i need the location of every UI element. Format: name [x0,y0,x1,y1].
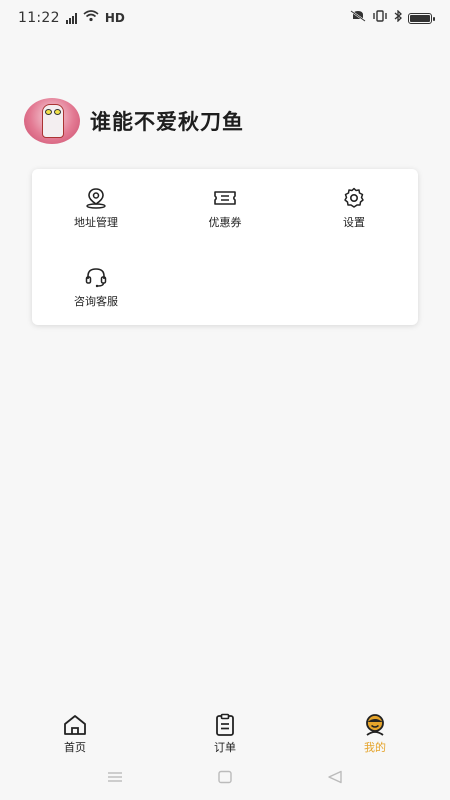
tab-label-home: 首页 [64,741,86,754]
tab-profile[interactable]: 我的 [300,705,450,761]
tab-orders[interactable]: 订单 [150,705,300,761]
coupon-icon [213,187,237,209]
status-right [350,9,435,26]
status-time: 11:22 [18,10,60,26]
menu-label-customer-service: 咨询客服 [74,295,118,308]
avatar-face [42,104,64,138]
home-icon [62,713,88,737]
network-type: HD [104,11,125,25]
headset-icon [84,266,108,288]
home-nav-button[interactable] [216,770,234,784]
signal-icon [65,12,77,24]
menu-item-settings[interactable]: 设置 [290,187,418,230]
profile-icon [362,713,388,737]
menu-item-address[interactable]: 地址管理 [32,187,160,230]
username: 谁能不爱秋刀鱼 [90,110,244,134]
bottom-tab-bar: 首页 订单 我的 [0,705,450,761]
status-left: 11:22 HD [18,10,125,26]
wifi-icon [83,10,99,26]
settings-icon [342,187,366,209]
location-icon [84,187,108,209]
mute-icon [350,10,366,26]
battery-icon [408,12,435,24]
back-nav-button[interactable] [326,770,344,784]
menu-label-coupon: 优惠券 [208,216,242,229]
profile-header[interactable]: 谁能不爱秋刀鱼 [24,98,244,144]
vibrate-icon [372,10,388,26]
clipboard-icon [212,713,238,737]
menu-item-coupon[interactable]: 优惠券 [161,187,289,230]
system-nav-bar [0,762,450,792]
status-bar: 11:22 HD [0,0,450,36]
tab-home[interactable]: 首页 [0,705,150,761]
bluetooth-icon [394,9,402,26]
menu-label-address: 地址管理 [74,216,118,229]
menu-label-settings: 设置 [343,216,365,229]
menu-nav-button[interactable] [106,770,124,784]
tab-label-orders: 订单 [214,741,236,754]
avatar[interactable] [24,98,80,144]
menu-item-customer-service[interactable]: 咨询客服 [32,266,160,309]
menu-card: 地址管理 优惠券 设置 咨询客服 [32,169,418,325]
tab-label-profile: 我的 [364,741,386,754]
